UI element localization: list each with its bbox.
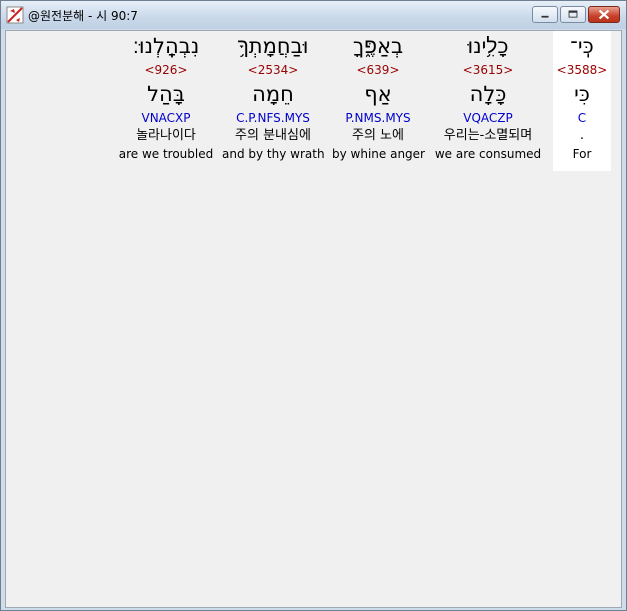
english-gloss: are we troubled <box>118 147 214 161</box>
korean-gloss: 놀라나이다 <box>136 128 196 143</box>
english-gloss: by whine anger <box>332 147 425 161</box>
morphology-code[interactable]: VNACXP <box>118 109 214 127</box>
window-title: @원전분해 - 시 90:7 <box>28 9 138 23</box>
title-bar[interactable]: @원전분해 - 시 90:7 <box>1 1 626 29</box>
hebrew-word: וּבַחֲמָתְךָ֥ <box>237 34 309 58</box>
verse-analysis-pane: כִּֽי־ <3588> כִּי C . For כָלִ֥ינוּ <36… <box>5 30 622 608</box>
lexical-form: כִּי <box>574 82 590 106</box>
minimize-button[interactable] <box>532 6 558 23</box>
strong-number[interactable]: <2534> <box>222 61 324 79</box>
lexical-form: כָּלָה <box>469 82 507 106</box>
word-column[interactable]: וּבַחֲמָתְךָ֥ <2534> חֵמָה C.P.NFS.MYS 주… <box>222 31 325 163</box>
word-column[interactable]: כִּֽי־ <3588> כִּי C . For <box>553 31 611 171</box>
morphology-code[interactable]: C.P.NFS.MYS <box>222 109 324 127</box>
english-gloss: we are consumed <box>434 147 542 161</box>
word-column[interactable]: בְאַפֶּ֑ךָ <639> אַף P.NMS.MYS 주의 노에 by … <box>332 31 425 163</box>
minimize-icon <box>541 15 549 18</box>
strong-number[interactable]: <639> <box>332 61 424 79</box>
hebrew-word: נִבְהָֽלְנוּ׃ <box>132 34 200 58</box>
window-controls <box>530 6 620 24</box>
hebrew-word: כִּֽי־ <box>570 34 594 58</box>
maximize-icon <box>568 10 578 18</box>
english-gloss: For <box>572 147 592 161</box>
morphology-code[interactable]: VQACZP <box>432 109 544 127</box>
lexical-form: אַף <box>364 82 392 106</box>
morphology-code[interactable]: C <box>553 109 611 127</box>
maximize-button[interactable] <box>560 6 586 23</box>
strong-number[interactable]: <3588> <box>553 61 611 79</box>
korean-gloss: 주의 분내심에 <box>235 128 311 143</box>
app-icon <box>6 6 24 24</box>
morphology-code[interactable]: P.NMS.MYS <box>332 109 424 127</box>
lexical-form: בָּהַל <box>147 82 185 106</box>
close-button[interactable] <box>588 6 620 23</box>
korean-gloss: 우리는-소멸되며 <box>443 128 533 143</box>
korean-gloss: . <box>579 128 585 143</box>
korean-gloss: 주의 노에 <box>352 128 404 143</box>
lexical-form: חֵמָה <box>252 82 294 106</box>
english-gloss: and by thy wrath <box>222 147 325 161</box>
hebrew-word: כָלִ֥ינוּ <box>467 34 509 58</box>
word-column[interactable]: נִבְהָֽלְנוּ׃ <926> בָּהַל VNACXP 놀라나이다 … <box>118 31 214 163</box>
close-icon <box>598 9 610 20</box>
strong-number[interactable]: <3615> <box>432 61 544 79</box>
word-column[interactable]: כָלִ֥ינוּ <3615> כָּלָה VQACZP 우리는-소멸되며 … <box>432 31 544 163</box>
app-window: @원전분해 - 시 90:7 כִּֽי־ <3588> כִּי C . Fo… <box>0 0 627 611</box>
strong-number[interactable]: <926> <box>118 61 214 79</box>
hebrew-word: בְאַפֶּ֑ךָ <box>352 34 404 58</box>
